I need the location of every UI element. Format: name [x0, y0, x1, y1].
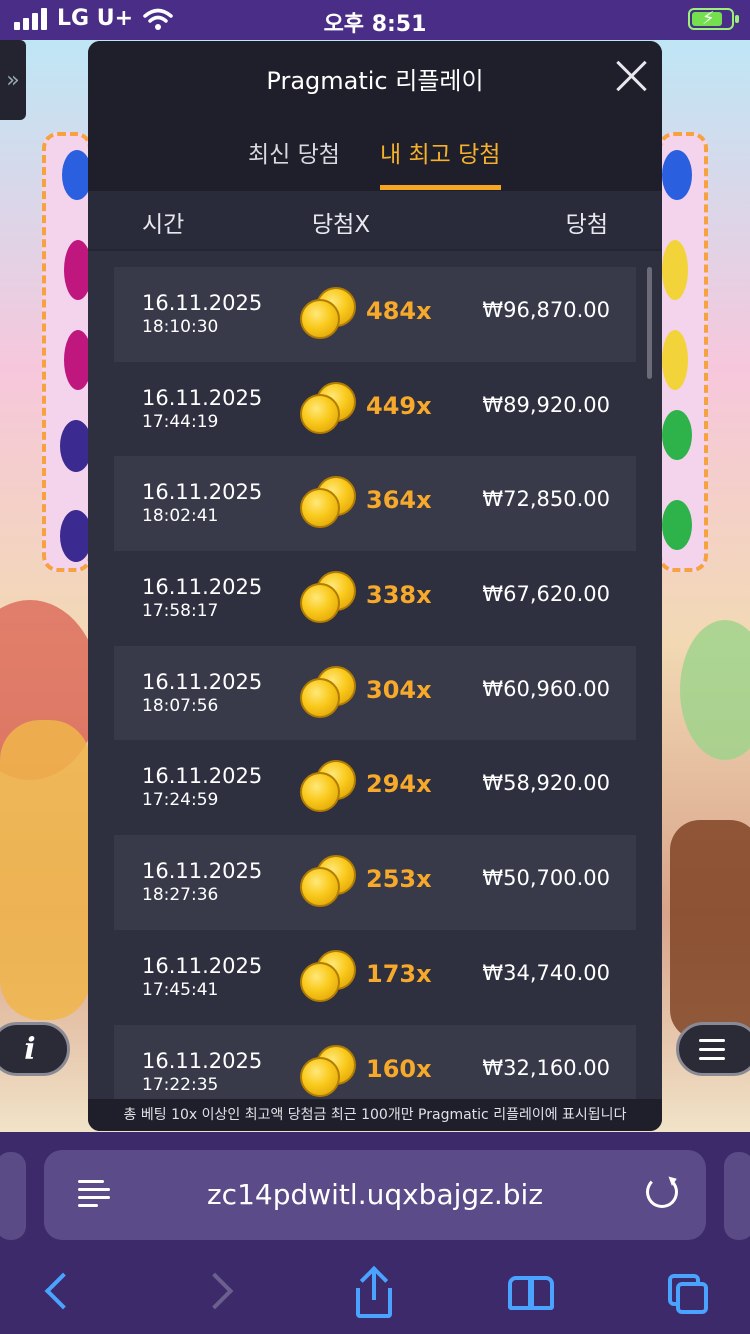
wins-list: 16.11.2025 18:10:30 484x ₩96,870.00 16.1…	[114, 267, 636, 1120]
column-header-win: 당첨	[565, 212, 608, 238]
row-multiplier: 338x	[366, 581, 432, 610]
coin-stack-icon	[300, 476, 358, 530]
row-time: 17:45:41	[142, 979, 219, 1000]
back-icon[interactable]	[36, 1272, 80, 1316]
tab-latest-wins[interactable]: 최신 당첨	[248, 135, 340, 169]
banana-icon	[662, 240, 688, 300]
battery-charging-icon: ⚡	[688, 8, 739, 30]
column-header-multiplier: 당첨X	[312, 212, 371, 238]
candy-icon	[662, 150, 692, 200]
row-multiplier: 484x	[366, 297, 432, 325]
address-bar[interactable]: zc14pdwitl.uqxbajgz.biz	[44, 1150, 706, 1240]
coin-stack-icon	[300, 1044, 358, 1099]
share-icon[interactable]	[354, 1265, 398, 1318]
table-row[interactable]: 16.11.2025 17:45:41 173x ₩34,740.00	[114, 930, 636, 1025]
table-row[interactable]: 16.11.2025 18:10:30 484x ₩96,870.00	[114, 267, 636, 362]
reload-icon[interactable]	[646, 1176, 678, 1208]
coin-stack-icon	[300, 760, 358, 814]
status-time: 오후 8:51	[323, 12, 427, 37]
melon-icon	[662, 410, 692, 460]
row-multiplier: 160x	[366, 1054, 432, 1083]
banana-icon	[662, 330, 688, 390]
table-header: 시간 당첨X 당첨	[88, 191, 662, 251]
row-date: 16.11.2025	[142, 480, 263, 505]
coin-stack-icon	[300, 949, 358, 1004]
row-date: 16.11.2025	[142, 669, 263, 694]
table-row[interactable]: 16.11.2025 18:27:36 253x ₩50,700.00	[114, 835, 636, 930]
coin-stack-icon	[300, 665, 358, 720]
row-win-amount: ₩32,160.00	[482, 1055, 610, 1080]
info-icon: i	[24, 1031, 36, 1067]
menu-icon	[699, 1038, 725, 1042]
table-row[interactable]: 16.11.2025 17:44:19 449x ₩89,920.00	[114, 362, 636, 457]
row-multiplier: 294x	[366, 770, 432, 799]
row-date: 16.11.2025	[142, 385, 263, 410]
row-win-amount: ₩60,960.00	[482, 676, 610, 701]
row-date: 16.11.2025	[142, 1048, 263, 1073]
row-win-amount: ₩72,850.00	[482, 487, 610, 512]
close-icon[interactable]	[614, 59, 648, 93]
row-time: 18:10:30	[142, 317, 219, 337]
bookmarks-icon[interactable]	[508, 1272, 554, 1316]
row-multiplier: 304x	[366, 675, 432, 704]
table-row[interactable]: 16.11.2025 17:58:17 338x ₩67,620.00	[114, 551, 636, 646]
row-multiplier: 173x	[366, 959, 432, 988]
row-win-amount: ₩89,920.00	[482, 392, 610, 417]
row-win-amount: ₩58,920.00	[482, 771, 610, 796]
url-text[interactable]: zc14pdwitl.uqxbajgz.biz	[44, 1178, 706, 1211]
tabs-icon[interactable]	[666, 1272, 710, 1316]
menu-button[interactable]	[676, 1022, 750, 1076]
row-date: 16.11.2025	[142, 764, 263, 789]
row-time: 18:07:56	[142, 695, 219, 716]
footer-note: 총 베팅 10x 이상인 최고액 당첨금 최근 100개만 Pragmatic …	[88, 1099, 662, 1131]
coin-stack-icon	[300, 855, 358, 909]
row-date: 16.11.2025	[142, 859, 263, 884]
row-time: 18:02:41	[142, 506, 219, 527]
coin-stack-icon	[300, 287, 358, 341]
column-header-time: 시간	[142, 212, 185, 238]
row-win-amount: ₩96,870.00	[482, 298, 610, 322]
coin-stack-icon	[300, 571, 358, 625]
row-win-amount: ₩67,620.00	[482, 582, 610, 607]
row-multiplier: 364x	[366, 486, 432, 515]
table-row[interactable]: 16.11.2025 18:07:56 304x ₩60,960.00	[114, 645, 636, 741]
table-row[interactable]: 16.11.2025 18:02:41 364x ₩72,850.00	[114, 456, 636, 552]
active-tab-indicator	[380, 185, 501, 190]
row-date: 16.11.2025	[142, 575, 263, 600]
tab-bar: 최신 당첨 내 최고 당첨	[88, 113, 662, 191]
tab-my-best-wins[interactable]: 내 최고 당첨	[380, 135, 500, 169]
dessert-decoration	[670, 820, 750, 1040]
dessert-decoration	[0, 720, 90, 1020]
expand-panel-button[interactable]: »	[0, 40, 26, 120]
replay-modal: Pragmatic 리플레이 최신 당첨 내 최고 당첨 시간 당첨X 당첨 1…	[88, 41, 662, 1131]
row-multiplier: 253x	[366, 865, 432, 894]
row-time: 17:44:19	[142, 411, 219, 432]
row-multiplier: 449x	[366, 391, 432, 420]
previous-tab-pill[interactable]	[0, 1152, 26, 1240]
list-scrollbar[interactable]	[647, 267, 652, 379]
row-date: 16.11.2025	[142, 291, 263, 315]
modal-header: Pragmatic 리플레이	[88, 41, 662, 113]
melon-icon	[662, 500, 692, 550]
row-time: 17:58:17	[142, 601, 219, 622]
next-tab-pill[interactable]	[724, 1152, 750, 1240]
forward-icon[interactable]	[198, 1272, 242, 1316]
row-win-amount: ₩50,700.00	[482, 866, 610, 891]
status-bar: LG U+ 오후 8:51 ⚡	[0, 0, 750, 40]
row-time: 17:24:59	[142, 790, 219, 811]
row-time: 17:22:35	[142, 1074, 219, 1095]
dessert-decoration	[680, 620, 750, 760]
modal-title: Pragmatic 리플레이	[266, 67, 484, 95]
browser-toolbar: zc14pdwitl.uqxbajgz.biz	[0, 1132, 750, 1334]
coin-stack-icon	[300, 381, 358, 436]
row-date: 16.11.2025	[142, 953, 263, 978]
table-row[interactable]: 16.11.2025 17:24:59 294x ₩58,920.00	[114, 740, 636, 835]
info-button[interactable]: i	[0, 1022, 70, 1076]
row-time: 18:27:36	[142, 885, 219, 906]
row-win-amount: ₩34,740.00	[482, 960, 610, 985]
